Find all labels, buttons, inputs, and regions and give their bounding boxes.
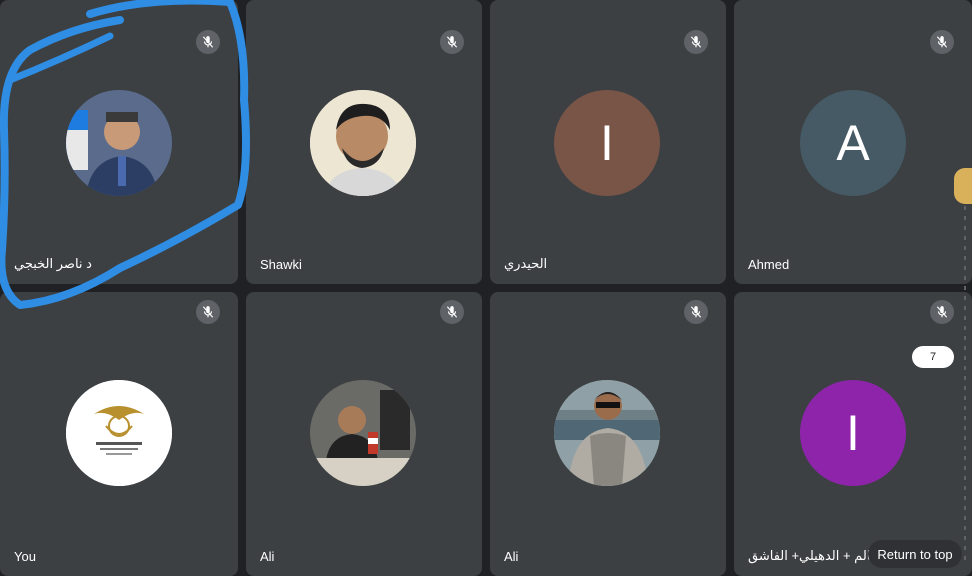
participant-avatar-letter: I: [800, 380, 906, 486]
avatar-letter: I: [600, 115, 614, 171]
participant-tile[interactable]: Shawki: [246, 0, 482, 284]
mic-off-icon: [684, 30, 708, 54]
participant-avatar-photo: [554, 380, 660, 486]
mic-off-icon: [930, 30, 954, 54]
participant-avatar-letter: I: [554, 90, 660, 196]
participant-name: الحيدري: [504, 256, 548, 271]
participant-tile[interactable]: Ali: [246, 292, 482, 576]
scroll-handle[interactable]: [954, 168, 972, 204]
participant-tile[interactable]: Ali: [490, 292, 726, 576]
return-to-top-button[interactable]: Return to top: [868, 540, 962, 568]
participant-avatar-photo: [310, 90, 416, 196]
mic-off-icon: [196, 30, 220, 54]
mic-off-icon: [196, 300, 220, 324]
scrollbar[interactable]: [962, 176, 968, 566]
participant-name: Shawki: [260, 257, 302, 272]
participant-avatar-logo: [66, 380, 172, 486]
participant-avatar-photo: [310, 380, 416, 486]
participant-tile[interactable]: د ناصر الخبجي: [0, 0, 238, 284]
avatar-letter: I: [846, 405, 860, 461]
participant-name: Ahmed: [748, 257, 790, 272]
participant-tile[interactable]: I الحيدري: [490, 0, 726, 284]
participant-name: ظالم + الدهيلي+ الفاشق: [748, 548, 882, 563]
mic-off-icon: [930, 300, 954, 324]
participant-name: Ali: [260, 549, 275, 564]
participant-avatar-letter: A: [800, 90, 906, 196]
avatar-letter: A: [836, 115, 870, 171]
mic-off-icon: [440, 300, 464, 324]
participant-tile-self[interactable]: You: [0, 292, 238, 576]
page-counter-badge[interactable]: 7: [912, 346, 954, 368]
mic-off-icon: [684, 300, 708, 324]
participant-tile[interactable]: A Ahmed: [734, 0, 972, 284]
participant-name: د ناصر الخبجي: [14, 256, 92, 271]
participant-name: You: [14, 549, 36, 564]
participant-name: Ali: [504, 549, 519, 564]
mic-off-icon: [440, 30, 464, 54]
participant-tile[interactable]: I ظالم + الدهيلي+ الفاشق: [734, 292, 972, 576]
participant-avatar-photo: [66, 90, 172, 196]
